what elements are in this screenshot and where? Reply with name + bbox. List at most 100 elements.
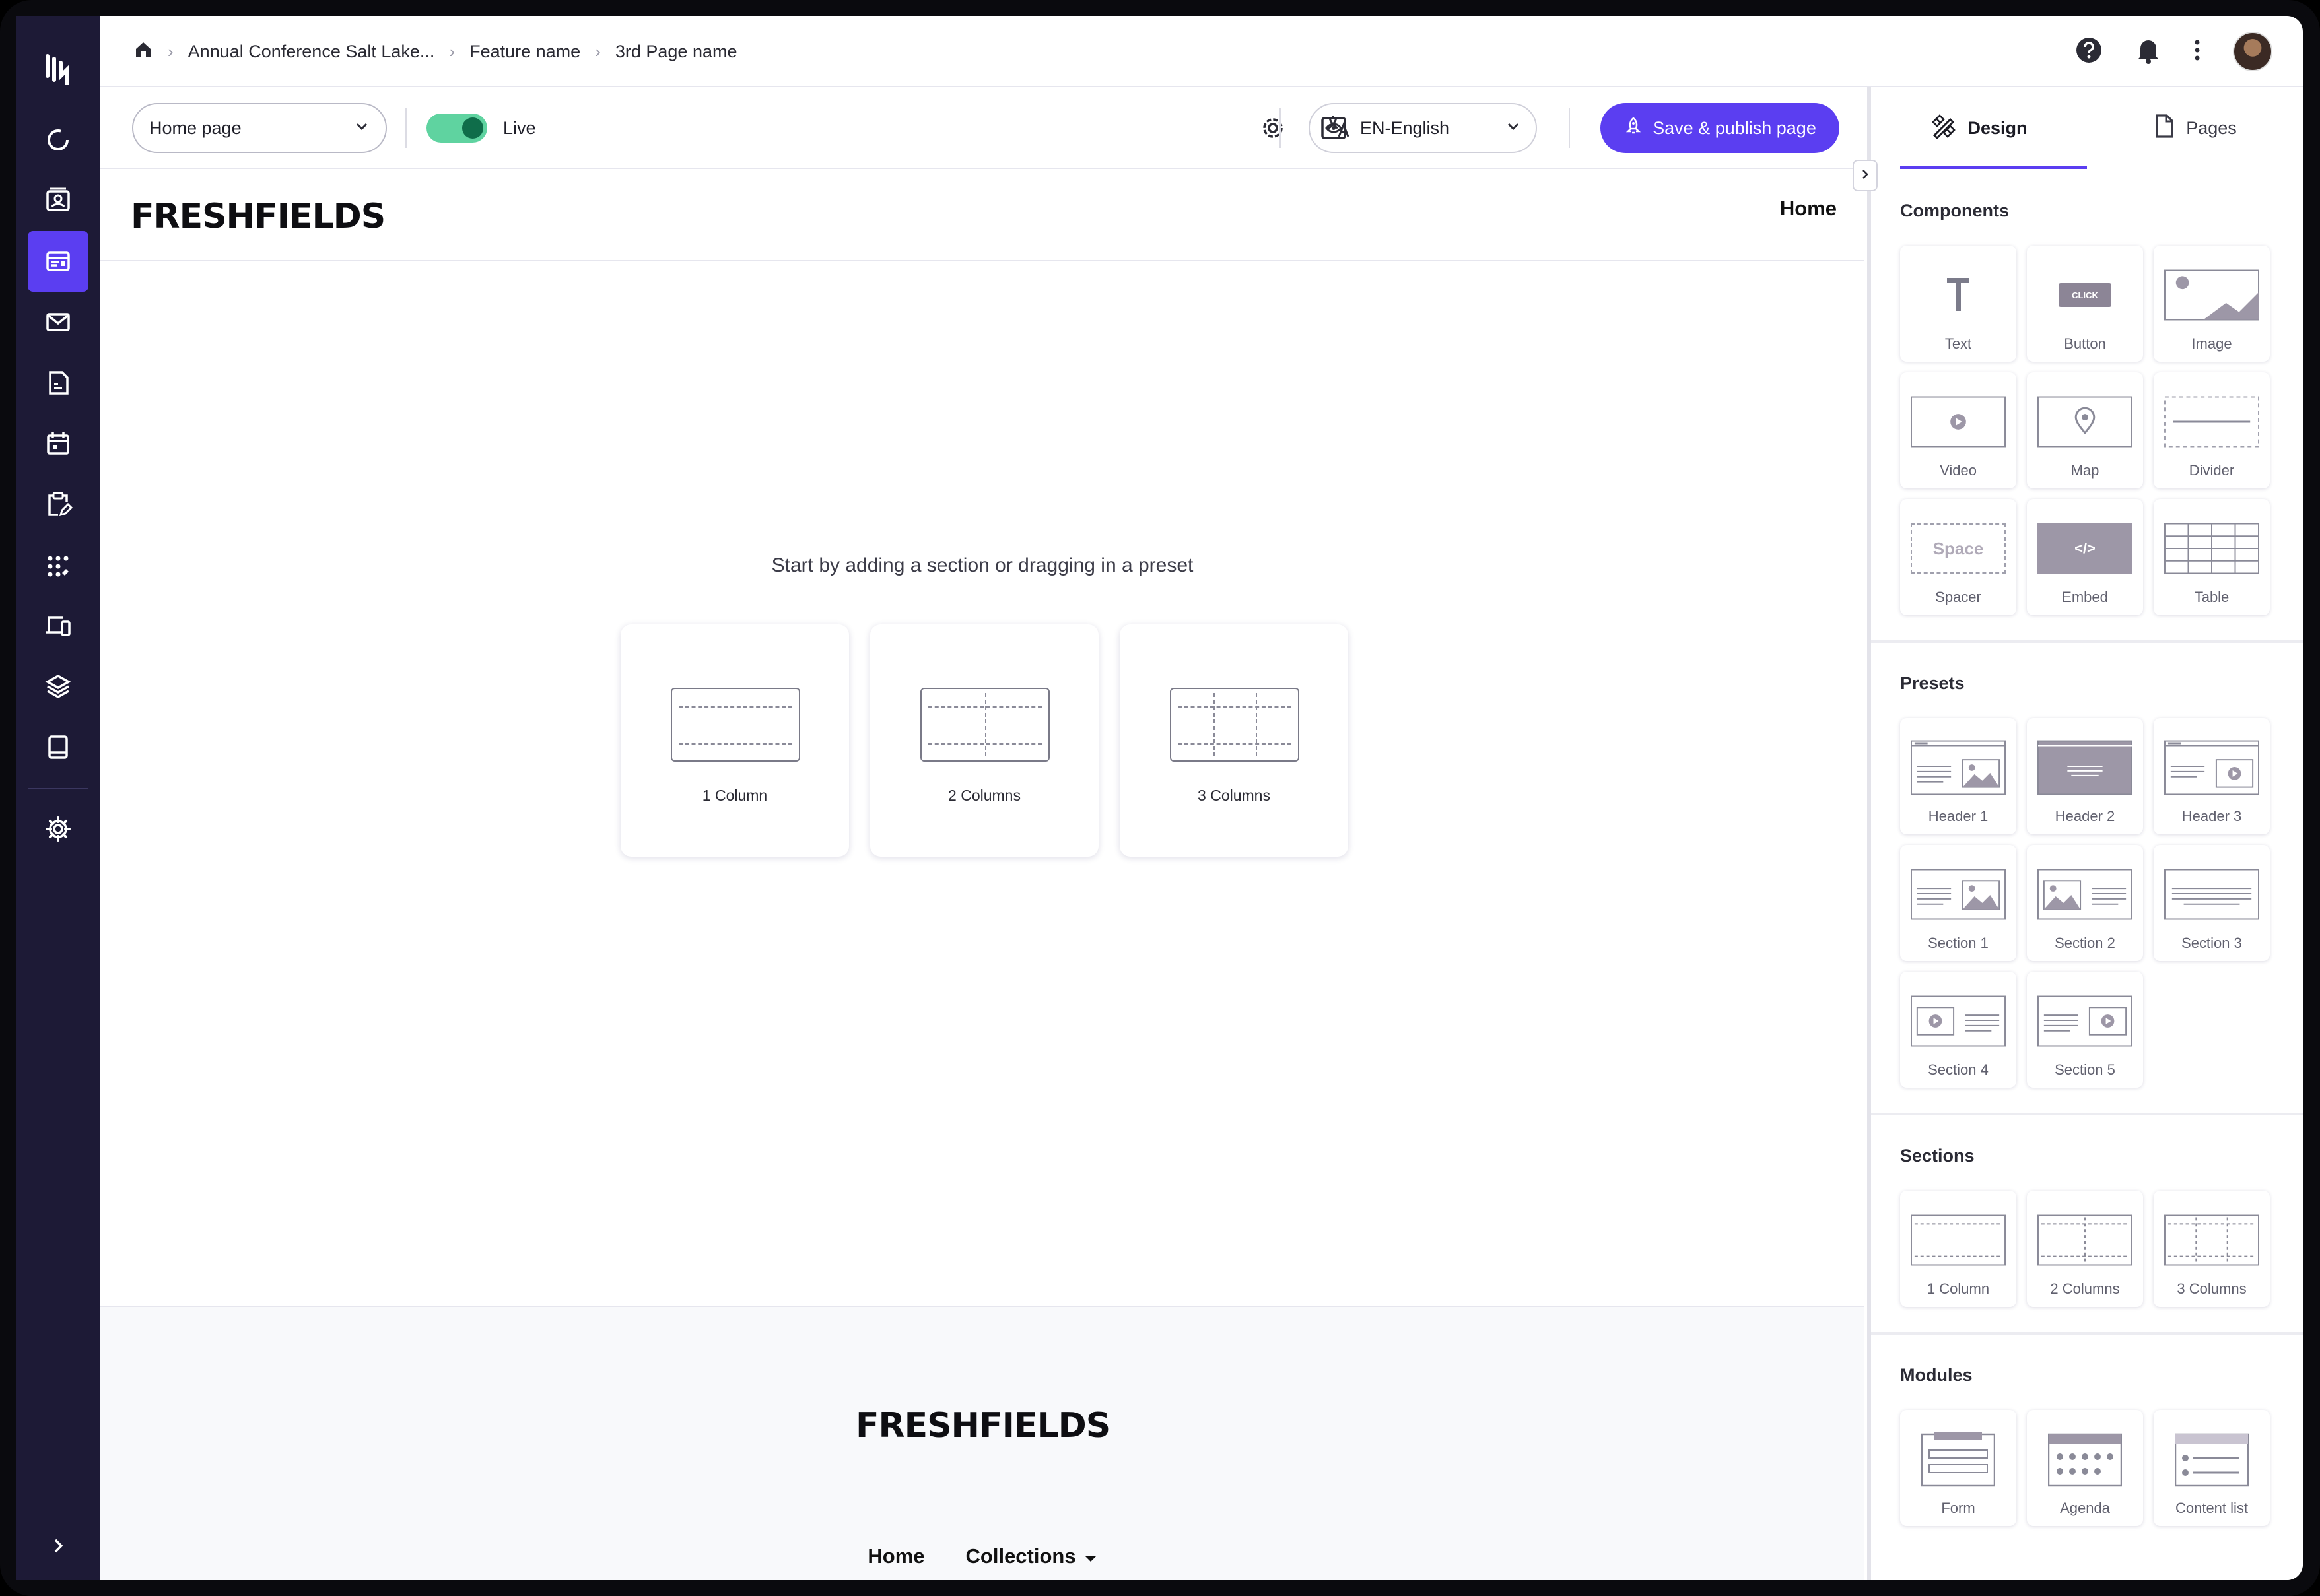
page-settings-gear-icon[interactable] [1257, 112, 1289, 144]
three-columns-section-icon [2164, 1214, 2259, 1266]
tab-design[interactable]: Design [1871, 87, 2087, 169]
live-toggle[interactable] [426, 114, 487, 143]
layout-card-2-columns[interactable]: 2 Columns [870, 624, 1099, 857]
module-form[interactable]: Form [1900, 1410, 2016, 1526]
email-icon[interactable] [28, 292, 88, 352]
component-video[interactable]: Video [1900, 372, 2016, 488]
layout-card-label: 1 Column [702, 787, 768, 804]
breadcrumb-item-page[interactable]: 3rd Page name [615, 42, 737, 62]
breadcrumb-item-feature[interactable]: Feature name [469, 42, 580, 62]
footer-nav-collections-label: Collections [965, 1545, 1076, 1568]
preset-header-3[interactable]: Header 3 [2154, 718, 2270, 834]
component-map[interactable]: Map [2027, 372, 2143, 488]
spacer-icon: Space [1911, 523, 2006, 574]
toolbar-divider [1279, 108, 1281, 148]
footer-nav-home[interactable]: Home [868, 1545, 924, 1568]
app-frame: › Annual Conference Salt Lake... › Featu… [0, 0, 2320, 1596]
video-icon [1911, 396, 2006, 448]
button-icon: CLICK [2037, 269, 2132, 321]
tile-label: Spacer [1935, 589, 1981, 605]
agenda-module-icon [2037, 1433, 2132, 1487]
chevron-right-icon: › [595, 41, 601, 61]
one-column-section-icon [1911, 1214, 2006, 1266]
document-icon[interactable] [28, 352, 88, 413]
component-divider[interactable]: Divider [2154, 372, 2270, 488]
devices-icon[interactable] [28, 595, 88, 656]
save-publish-button[interactable]: Save & publish page [1600, 103, 1839, 153]
preset-section-1[interactable]: Section 1 [1900, 845, 2016, 961]
language-select-dropdown[interactable]: EN-English [1309, 103, 1537, 153]
page-select-dropdown[interactable]: Home page [132, 103, 387, 153]
footer-nav-collections[interactable]: Collections [966, 1545, 1097, 1568]
apps-grid-icon[interactable] [28, 535, 88, 595]
preset-section-5[interactable]: Section 5 [2027, 972, 2143, 1088]
footer-logo[interactable]: FRESHFIELDS [856, 1406, 1110, 1446]
layout-card-1-column[interactable]: 1 Column [621, 624, 849, 857]
help-icon[interactable] [2074, 36, 2103, 68]
chevron-right-icon: › [168, 41, 174, 61]
table-icon [2164, 523, 2259, 574]
layout-card-label: 2 Columns [948, 787, 1021, 804]
component-spacer[interactable]: Space Spacer [1900, 499, 2016, 615]
notifications-bell-icon[interactable] [2135, 36, 2162, 68]
breadcrumb: › Annual Conference Salt Lake... › Featu… [133, 16, 737, 87]
preset-section-4[interactable]: Section 4 [1900, 972, 2016, 1088]
site-logo[interactable]: FRESHFIELDS [131, 197, 386, 236]
section-1-column[interactable]: 1 Column [1900, 1191, 2016, 1307]
main-sidebar [16, 16, 100, 1580]
design-panel: Design Pages Components Text CLICK Butto… [1867, 87, 2303, 1580]
section-2-columns[interactable]: 2 Columns [2027, 1191, 2143, 1307]
design-tools-icon [1930, 113, 1957, 144]
top-actions [2074, 16, 2272, 87]
app-main: › Annual Conference Salt Lake... › Featu… [100, 16, 2303, 1580]
layout-card-3-columns[interactable]: 3 Columns [1120, 624, 1348, 857]
attendees-icon[interactable] [28, 170, 88, 231]
calendar-icon[interactable] [28, 413, 88, 474]
sections-title: Sections [1900, 1146, 1975, 1166]
module-content-list[interactable]: Content list [2154, 1410, 2270, 1526]
clipboard-edit-icon[interactable] [28, 474, 88, 535]
tablet-icon[interactable] [28, 717, 88, 778]
tile-label: Header 1 [1928, 808, 1989, 824]
more-vertical-icon[interactable] [2193, 37, 2201, 67]
component-embed[interactable]: </> Embed [2027, 499, 2143, 615]
tile-label: 2 Columns [2050, 1280, 2120, 1297]
image-icon [2164, 269, 2259, 321]
presets-title: Presets [1900, 673, 1965, 693]
logo-icon[interactable] [16, 42, 100, 95]
website-builder-icon[interactable] [28, 231, 88, 292]
expand-sidebar-icon[interactable] [28, 1522, 88, 1570]
settings-icon[interactable] [28, 799, 88, 859]
module-agenda[interactable]: Agenda [2027, 1410, 2143, 1526]
sidebar-divider [28, 788, 88, 789]
save-publish-label: Save & publish page [1653, 117, 1816, 138]
tile-label: Section 4 [1928, 1061, 1989, 1078]
section-3-columns[interactable]: 3 Columns [2154, 1191, 2270, 1307]
content-list-module-icon [2164, 1433, 2259, 1487]
collapse-panel-button[interactable] [1853, 160, 1878, 191]
preset-section-2[interactable]: Section 2 [2027, 845, 2143, 961]
breadcrumb-item-event[interactable]: Annual Conference Salt Lake... [188, 42, 435, 62]
preset-section-3[interactable]: Section 3 [2154, 845, 2270, 961]
site-nav-home[interactable]: Home [1780, 197, 1837, 220]
tile-label: Video [1940, 462, 1977, 479]
component-table[interactable]: Table [2154, 499, 2270, 615]
component-image[interactable]: Image [2154, 246, 2270, 362]
tab-pages-label: Pages [2186, 117, 2237, 138]
tile-label: Section 2 [2055, 935, 2115, 951]
tile-label: Image [2191, 335, 2232, 352]
home-icon[interactable] [133, 40, 153, 64]
component-button[interactable]: CLICK Button [2027, 246, 2143, 362]
tile-label: Form [1941, 1500, 1975, 1516]
chevron-right-icon [1859, 168, 1872, 184]
component-text[interactable]: Text [1900, 246, 2016, 362]
tab-pages[interactable]: Pages [2087, 87, 2303, 169]
preset-header-2[interactable]: Header 2 [2027, 718, 2143, 834]
layers-icon[interactable] [28, 656, 88, 717]
user-avatar[interactable] [2233, 32, 2272, 71]
top-bar: › Annual Conference Salt Lake... › Featu… [100, 16, 2303, 87]
preset-header-1[interactable]: Header 1 [1900, 718, 2016, 834]
footer-nav: Home Collections [100, 1545, 1864, 1568]
dashboard-icon[interactable] [28, 110, 88, 170]
tile-label: Embed [2062, 589, 2108, 605]
